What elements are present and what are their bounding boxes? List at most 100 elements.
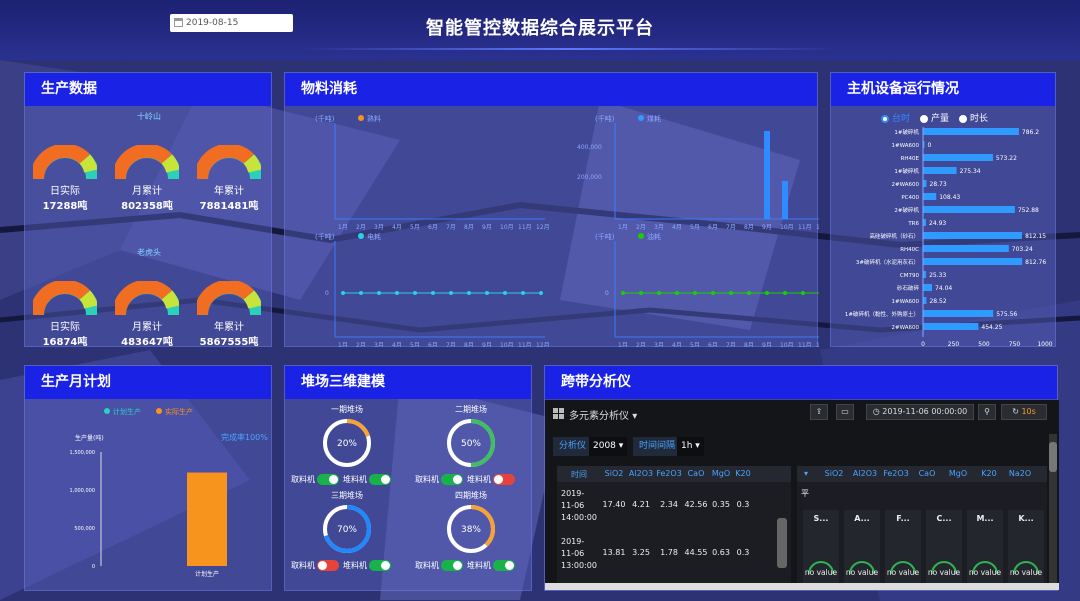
- stat-card[interactable]: S... no value: [803, 510, 839, 590]
- bar-value: 0: [928, 142, 932, 149]
- no-value-text: no value: [886, 568, 920, 577]
- time-range-picker[interactable]: ◷ 2019-11-06 00:00:00: [866, 404, 974, 420]
- x-tick-label: 5月: [410, 224, 420, 231]
- column-header[interactable]: MgO: [943, 469, 973, 478]
- y-axis-label: 生产量(吨): [75, 434, 104, 442]
- column-header[interactable]: SiO2: [601, 469, 627, 478]
- pile-switch[interactable]: [369, 560, 391, 571]
- analyzer-panel: 跨带分析仪 多元素分析仪 ▾ ⇪ ▭ ◷ 2019-11-06 00:00:00…: [544, 365, 1059, 591]
- equipment-panel: 主机设备运行情况 台时 产量 时长 1#破碎机 786.2 1#WA600 0 RH40E 5…: [830, 72, 1056, 348]
- bar: [782, 181, 788, 219]
- row-value: 0.3: [736, 548, 750, 557]
- column-header[interactable]: K20: [733, 469, 753, 478]
- dashboard-scrollbar-track[interactable]: [1049, 434, 1057, 584]
- stat-card[interactable]: K... no value: [1008, 510, 1044, 590]
- column-header[interactable]: 时间: [561, 469, 597, 480]
- x-tick-label: 11月: [798, 224, 812, 231]
- bar-value: 812.15: [1025, 233, 1046, 240]
- row-label: 2#破碎机: [894, 206, 919, 214]
- yard-grid: 一期堆场 20% 取料机 堆料机 二期堆场 50% 取料机 堆料机 三期堆场 70% 取料机 堆料机四…: [285, 400, 533, 590]
- table-header: 时间 SiO2 Al2O3 Fe2O3 CaO MgO K20: [557, 466, 791, 482]
- x-tick-label: 3月: [654, 224, 664, 231]
- interval-label: 时间间隔: [633, 437, 682, 456]
- take-switch[interactable]: [441, 474, 463, 485]
- grid-icon: [553, 408, 564, 419]
- pile-label: 堆料机: [467, 561, 491, 570]
- legend-label: 煤耗: [647, 114, 661, 123]
- y-tick-label: 1,000,000: [70, 488, 95, 494]
- stat-card[interactable]: C... no value: [926, 510, 962, 590]
- column-header[interactable]: Al2O3: [627, 469, 655, 478]
- series-point: [431, 291, 435, 295]
- refresh-button[interactable]: ↻ 10s: [1001, 404, 1047, 420]
- bar-value: 74.04: [935, 285, 952, 292]
- x-tick-label: 3月: [374, 342, 384, 347]
- share-button[interactable]: ⇪: [810, 404, 828, 420]
- production-panel: 生产数据 十岭山 日实际 17288吨 月累计 802358吨 年累计 7881481吨 老虎…: [24, 72, 272, 348]
- column-header[interactable]: Na2O: [1005, 469, 1035, 478]
- equipment-bar: [923, 284, 933, 291]
- dashboard-name-text: 多元素分析仪: [569, 411, 629, 422]
- radio-dot: [881, 114, 889, 123]
- stat-card[interactable]: A... no value: [844, 510, 880, 590]
- gauge-label: 年累计: [214, 322, 244, 333]
- dashboard-name[interactable]: 多元素分析仪 ▾: [569, 407, 637, 422]
- chart-unit: (千吨): [315, 114, 335, 123]
- pile-switch[interactable]: [369, 474, 391, 485]
- column-header[interactable]: MgO: [709, 469, 733, 478]
- legend-marker: [358, 233, 364, 239]
- analyzer-select[interactable]: 2008 ▾: [589, 437, 628, 456]
- dashboard-scrollbar-thumb[interactable]: [1049, 442, 1057, 472]
- table-scrollbar[interactable]: [777, 518, 787, 568]
- series-point: [521, 291, 525, 295]
- monthly-plan-panel: 生产月计划 计划生产 实际生产 生产量(吨) 完成率100% 1,500,000 1,00…: [24, 365, 272, 591]
- gauge: 日实际 16874吨: [33, 281, 97, 348]
- gauge-segment: [161, 290, 179, 309]
- x-tick-label: 250: [948, 341, 960, 348]
- equipment-bar: [923, 180, 927, 187]
- bar-value: 575.56: [996, 311, 1017, 318]
- x-tick-label: 10月: [780, 342, 794, 347]
- stat-card[interactable]: F... no value: [885, 510, 921, 590]
- yard-name: 一期堆场: [331, 405, 363, 414]
- gauge-arc: [33, 145, 97, 180]
- series-point: [729, 291, 733, 295]
- chart-unit: (千吨): [315, 232, 335, 241]
- series-point: [711, 291, 715, 295]
- take-switch[interactable]: [317, 474, 339, 485]
- gauge-fill: [115, 281, 172, 316]
- x-tick-label: 5月: [690, 342, 700, 347]
- pile-switch[interactable]: [493, 560, 515, 571]
- bar-value: 454.25: [981, 324, 1002, 331]
- gauge-arc: [115, 145, 179, 180]
- zoom-out-button[interactable]: ⚲: [978, 404, 996, 420]
- pile-switch[interactable]: [493, 474, 515, 485]
- horizontal-scrollbar[interactable]: [545, 583, 1059, 590]
- x-tick-label: 6月: [708, 342, 718, 347]
- x-tick-label: 1月: [338, 342, 348, 347]
- tv-mode-button[interactable]: ▭: [836, 404, 854, 420]
- column-header[interactable]: K20: [974, 469, 1004, 478]
- legend-label: 熟料: [367, 114, 381, 123]
- sort-icon[interactable]: ▾: [801, 469, 811, 478]
- column-header[interactable]: Fe2O3: [655, 469, 683, 478]
- interval-select[interactable]: 1h ▾: [677, 437, 704, 456]
- column-header[interactable]: Al2O3: [850, 469, 880, 478]
- x-tick-label: 8月: [464, 224, 474, 231]
- column-header[interactable]: SiO2: [819, 469, 849, 478]
- stat-card[interactable]: M... no value: [967, 510, 1003, 590]
- interval-select-value: 1h: [681, 441, 693, 451]
- gauge: 月累计 802358吨: [115, 145, 179, 212]
- take-switch[interactable]: [317, 560, 339, 571]
- take-switch[interactable]: [441, 560, 463, 571]
- no-value-text: no value: [1009, 568, 1043, 577]
- column-header[interactable]: CaO: [683, 469, 709, 478]
- yard-name: 二期堆场: [455, 405, 487, 414]
- x-tick-label: 2月: [356, 342, 366, 347]
- column-header[interactable]: Fe2O3: [881, 469, 911, 478]
- series-point: [341, 291, 345, 295]
- y-tick-label: 0: [605, 290, 609, 297]
- row-label: 1#破碎机: [894, 167, 919, 175]
- column-header[interactable]: CaO: [912, 469, 942, 478]
- x-tick-label: 3月: [654, 342, 664, 347]
